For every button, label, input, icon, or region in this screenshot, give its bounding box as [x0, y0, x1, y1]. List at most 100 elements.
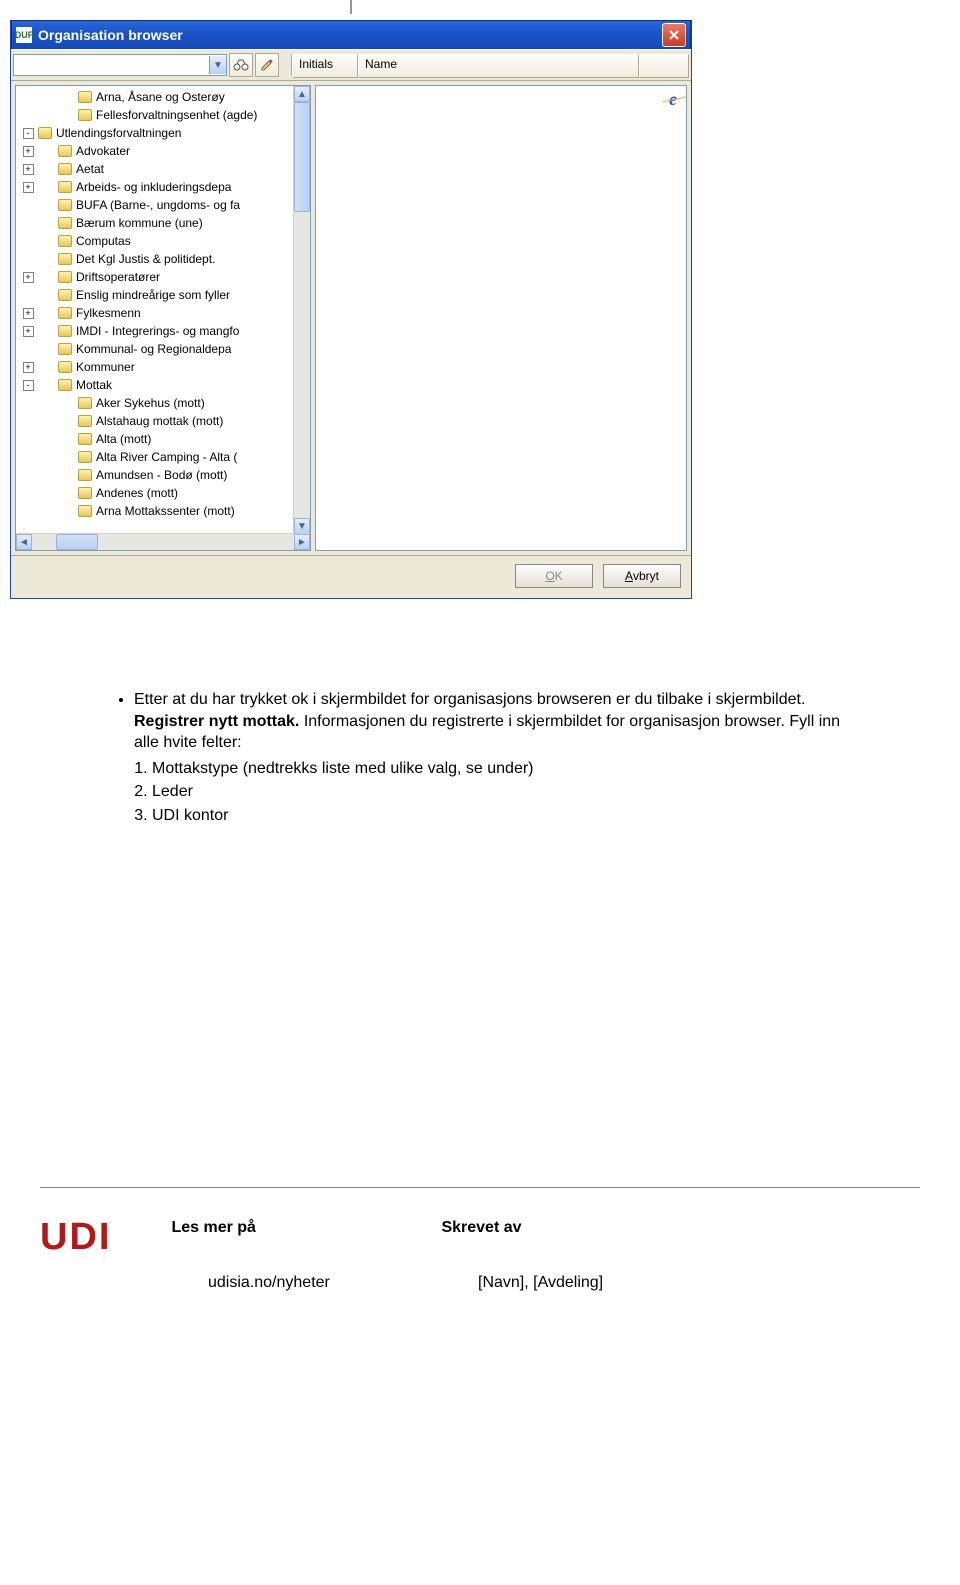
folder-icon [58, 361, 72, 373]
tree-item-label: Arna, Åsane og Osterøy [96, 90, 225, 104]
tree-item[interactable]: Arna, Åsane og Osterøy [18, 88, 308, 106]
window-body: Arna, Åsane og Osterøy Fellesforvaltnings… [11, 81, 691, 555]
tree-item[interactable]: Alta (mott) [18, 430, 308, 448]
tree-item-label: IMDI - Integrerings- og mangfo [76, 324, 239, 338]
tree-item-label: Utlendingsforvaltningen [56, 126, 181, 140]
doc-top-tick [0, 0, 960, 20]
search-combo[interactable]: ▼ [13, 54, 227, 76]
ol-item-1: Mottakstype (nedtrekks liste med ulike v… [152, 758, 850, 780]
readmore-value: udisia.no/nyheter [208, 1274, 418, 1292]
col-name[interactable]: Name [358, 54, 639, 78]
tree-item[interactable]: +Advokater [18, 142, 308, 160]
tree-item-label: Alstahaug mottak (mott) [96, 414, 223, 428]
plus-box-icon[interactable]: + [23, 164, 34, 175]
scroll-thumb-v[interactable] [294, 102, 310, 212]
tree-item[interactable]: + Fylkesmenn [18, 304, 308, 322]
plus-box-icon[interactable]: + [23, 146, 34, 157]
readmore-label: Les mer på [171, 1219, 381, 1237]
tree-item-label: Det Kgl Justis & politidept. [76, 252, 215, 266]
titlebar[interactable]: DUF Organisation browser [11, 20, 691, 49]
tree-item[interactable]: -Mottak [18, 376, 308, 394]
tree-item[interactable]: Aker Sykehus (mott) [18, 394, 308, 412]
tree-panel: Arna, Åsane og Osterøy Fellesforvaltnings… [15, 85, 311, 551]
folder-icon [58, 271, 72, 283]
tree-item[interactable]: Amundsen - Bodø (mott) [18, 466, 308, 484]
plus-box-icon[interactable]: + [23, 272, 34, 283]
tree-item[interactable]: Andenes (mott) [18, 484, 308, 502]
tree-item-label: Alta (mott) [96, 432, 151, 446]
close-button[interactable] [662, 23, 686, 47]
folder-icon [58, 307, 72, 319]
folder-icon [78, 433, 92, 445]
tree-item[interactable]: +Driftsoperatører [18, 268, 308, 286]
tree-item[interactable]: Arna Mottakssenter (mott) [18, 502, 308, 520]
tree-item[interactable]: BUFA (Barne-, ungdoms- og fa [18, 196, 308, 214]
tree-area[interactable]: Arna, Åsane og Osterøy Fellesforvaltnings… [16, 86, 310, 536]
toolbar: ▼ Initials Name [11, 49, 691, 81]
tree-item[interactable]: Bærum kommune (une) [18, 214, 308, 232]
tree-item[interactable]: Enslig mindreårige som fyller [18, 286, 308, 304]
tree-item-label: Arbeids- og inkluderingsdepa [76, 180, 231, 194]
folder-icon [58, 181, 72, 193]
tree-item-label: Kommunal- og Regionaldepa [76, 342, 231, 356]
plus-box-icon[interactable]: + [23, 362, 34, 373]
tree-item[interactable]: - Utlendingsforvaltningen [18, 124, 308, 142]
folder-icon [78, 415, 92, 427]
minus-box-icon[interactable]: - [23, 128, 34, 139]
horizontal-scrollbar[interactable]: ◄ ► [16, 533, 310, 550]
folder-icon [78, 451, 92, 463]
tree-item[interactable]: + Aetat [18, 160, 308, 178]
scroll-up-button[interactable]: ▲ [294, 86, 310, 102]
ok-button[interactable]: OK [515, 564, 593, 588]
tree-item-label: Fylkesmenn [76, 306, 141, 320]
col-spacer [639, 54, 689, 78]
tree-item-label: Alta River Camping - Alta ( [96, 450, 237, 464]
folder-icon [58, 145, 72, 157]
folder-icon [58, 235, 72, 247]
folder-icon [58, 253, 72, 265]
plus-box-icon[interactable]: + [23, 326, 34, 337]
tree-item[interactable]: Fellesforvaltningsenhet (agde) [18, 106, 308, 124]
tree-item[interactable]: Computas [18, 232, 308, 250]
binoculars-button[interactable] [229, 53, 253, 77]
window-title: Organisation browser [38, 27, 183, 43]
tree-item[interactable]: +Kommuner [18, 358, 308, 376]
scroll-left-button[interactable]: ◄ [16, 534, 32, 550]
tree-item-label: Amundsen - Bodø (mott) [96, 468, 227, 482]
list-header: Initials Name [291, 54, 689, 76]
app-icon: DUF [16, 27, 32, 43]
document-body: Etter at du har trykket ok i skjermbilde… [110, 689, 850, 827]
col-initials[interactable]: Initials [292, 54, 358, 78]
folder-icon [78, 469, 92, 481]
plus-box-icon[interactable]: + [23, 308, 34, 319]
folder-icon [58, 289, 72, 301]
tree-item-label: Bærum kommune (une) [76, 216, 203, 230]
tree-item[interactable]: Kommunal- og Regionaldepa [18, 340, 308, 358]
cancel-button[interactable]: Avbryt [603, 564, 681, 588]
scroll-thumb-h[interactable] [56, 534, 98, 550]
search-input[interactable] [14, 56, 209, 74]
chevron-down-icon[interactable]: ▼ [209, 56, 226, 74]
tree-item-label: Aetat [76, 162, 104, 176]
edit-button[interactable] [255, 53, 279, 77]
tree-item[interactable]: + IMDI - Integrerings- og mangfo [18, 322, 308, 340]
tree-item[interactable]: Alta River Camping - Alta ( [18, 448, 308, 466]
tree-item-label: Arna Mottakssenter (mott) [96, 504, 235, 518]
tree-item-label: BUFA (Barne-, ungdoms- og fa [76, 198, 240, 212]
plus-box-icon[interactable]: + [23, 182, 34, 193]
scroll-down-button[interactable]: ▼ [294, 518, 310, 534]
writtenby-value: [Navn], [Avdeling] [478, 1274, 603, 1292]
tree-item[interactable]: Det Kgl Justis & politidept. [18, 250, 308, 268]
tree-item[interactable]: + Arbeids- og inkluderingsdepa [18, 178, 308, 196]
vertical-scrollbar[interactable]: ▲ ▼ [293, 86, 310, 534]
tree-item-label: Fellesforvaltningsenhet (agde) [96, 108, 257, 122]
scroll-right-button[interactable]: ► [294, 534, 310, 550]
minus-box-icon[interactable]: - [23, 380, 34, 391]
folder-icon [78, 91, 92, 103]
ol-item-2: Leder [152, 781, 850, 803]
tree-item[interactable]: Alstahaug mottak (mott) [18, 412, 308, 430]
details-list[interactable]: e [315, 85, 687, 551]
tree-item-label: Andenes (mott) [96, 486, 178, 500]
folder-icon [58, 325, 72, 337]
organisation-browser-window: DUF Organisation browser ▼ [10, 20, 692, 599]
